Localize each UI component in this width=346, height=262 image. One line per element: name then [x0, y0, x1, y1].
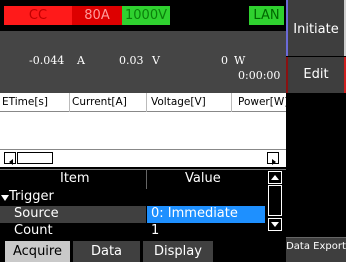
log-col-power: Power[W]	[238, 96, 289, 108]
scroll-track[interactable]	[268, 185, 282, 216]
log-col-voltage: Voltage[V]	[151, 96, 206, 108]
settings-value-source-text: 0: Immediate	[151, 206, 238, 221]
settings-row-count[interactable]: Count 1	[0, 223, 265, 238]
log-col-etime: ETime[s]	[2, 96, 48, 108]
tab-display[interactable]: Display	[143, 241, 213, 262]
col-divider	[146, 93, 147, 112]
status-bar: CC 80A 1000V LAN	[0, 0, 286, 31]
data-export-button[interactable]: Data Export	[286, 237, 346, 262]
settings-value-count: 1	[151, 223, 160, 238]
scroll-right-arrow-icon[interactable]	[267, 152, 279, 165]
scroll-left-arrow-icon[interactable]	[4, 152, 16, 165]
vertical-scrollbar[interactable]	[265, 171, 285, 235]
current-range-badge: 80A	[72, 6, 122, 25]
power-value: 0	[221, 54, 228, 67]
settings-header-divider	[146, 170, 147, 189]
voltage-range-badge: 1000V	[122, 6, 170, 25]
col-divider	[231, 93, 232, 112]
log-col-current: Current[A]	[72, 96, 127, 108]
right-panel-fill	[286, 93, 346, 237]
measurement-panel: -0.044 A 0.03 V 0 W 0:00:00	[0, 31, 286, 93]
log-table: ETime[s] Current[A] Voltage[V] Power[W] …	[0, 93, 289, 238]
log-table-header: ETime[s] Current[A] Voltage[V] Power[W]	[0, 93, 289, 112]
voltage-unit: V	[152, 54, 160, 67]
voltage-value: 0.03	[119, 54, 144, 67]
lan-badge: LAN	[249, 6, 284, 25]
settings-header-value: Value	[185, 171, 221, 186]
log-table-body	[0, 112, 286, 149]
elapsed-time: 0:00:00	[238, 69, 281, 82]
mode-badge: CC	[4, 6, 72, 25]
tab-acquire[interactable]: Acquire	[5, 241, 70, 262]
edit-button[interactable]: Edit	[286, 57, 346, 93]
scroll-thumb[interactable]	[17, 152, 53, 164]
scroll-down-arrow-icon[interactable]	[268, 218, 282, 231]
horizontal-scrollbar[interactable]	[0, 149, 286, 167]
scroll-up-arrow-icon[interactable]	[268, 171, 282, 184]
current-value: -0.044	[29, 54, 65, 67]
tab-data[interactable]: Data	[73, 241, 140, 262]
tab-bar: Acquire Data Display	[0, 241, 286, 262]
collapse-triangle-icon	[1, 195, 9, 201]
initiate-button[interactable]: Initiate	[286, 0, 346, 56]
settings-item-source: Source	[14, 206, 59, 221]
settings-header-item: Item	[60, 171, 90, 186]
current-unit: A	[77, 54, 85, 67]
settings-table: Item Value Trigger Source 0: Immediate C…	[0, 170, 286, 238]
settings-value-source[interactable]: 0: Immediate	[147, 206, 265, 223]
settings-group-trigger[interactable]: Trigger	[0, 189, 146, 206]
col-divider	[69, 93, 70, 112]
settings-group-label: Trigger	[9, 189, 54, 204]
power-unit: W	[234, 54, 246, 67]
settings-item-count: Count	[14, 223, 53, 238]
settings-row-source[interactable]: Source 0: Immediate	[0, 206, 265, 223]
